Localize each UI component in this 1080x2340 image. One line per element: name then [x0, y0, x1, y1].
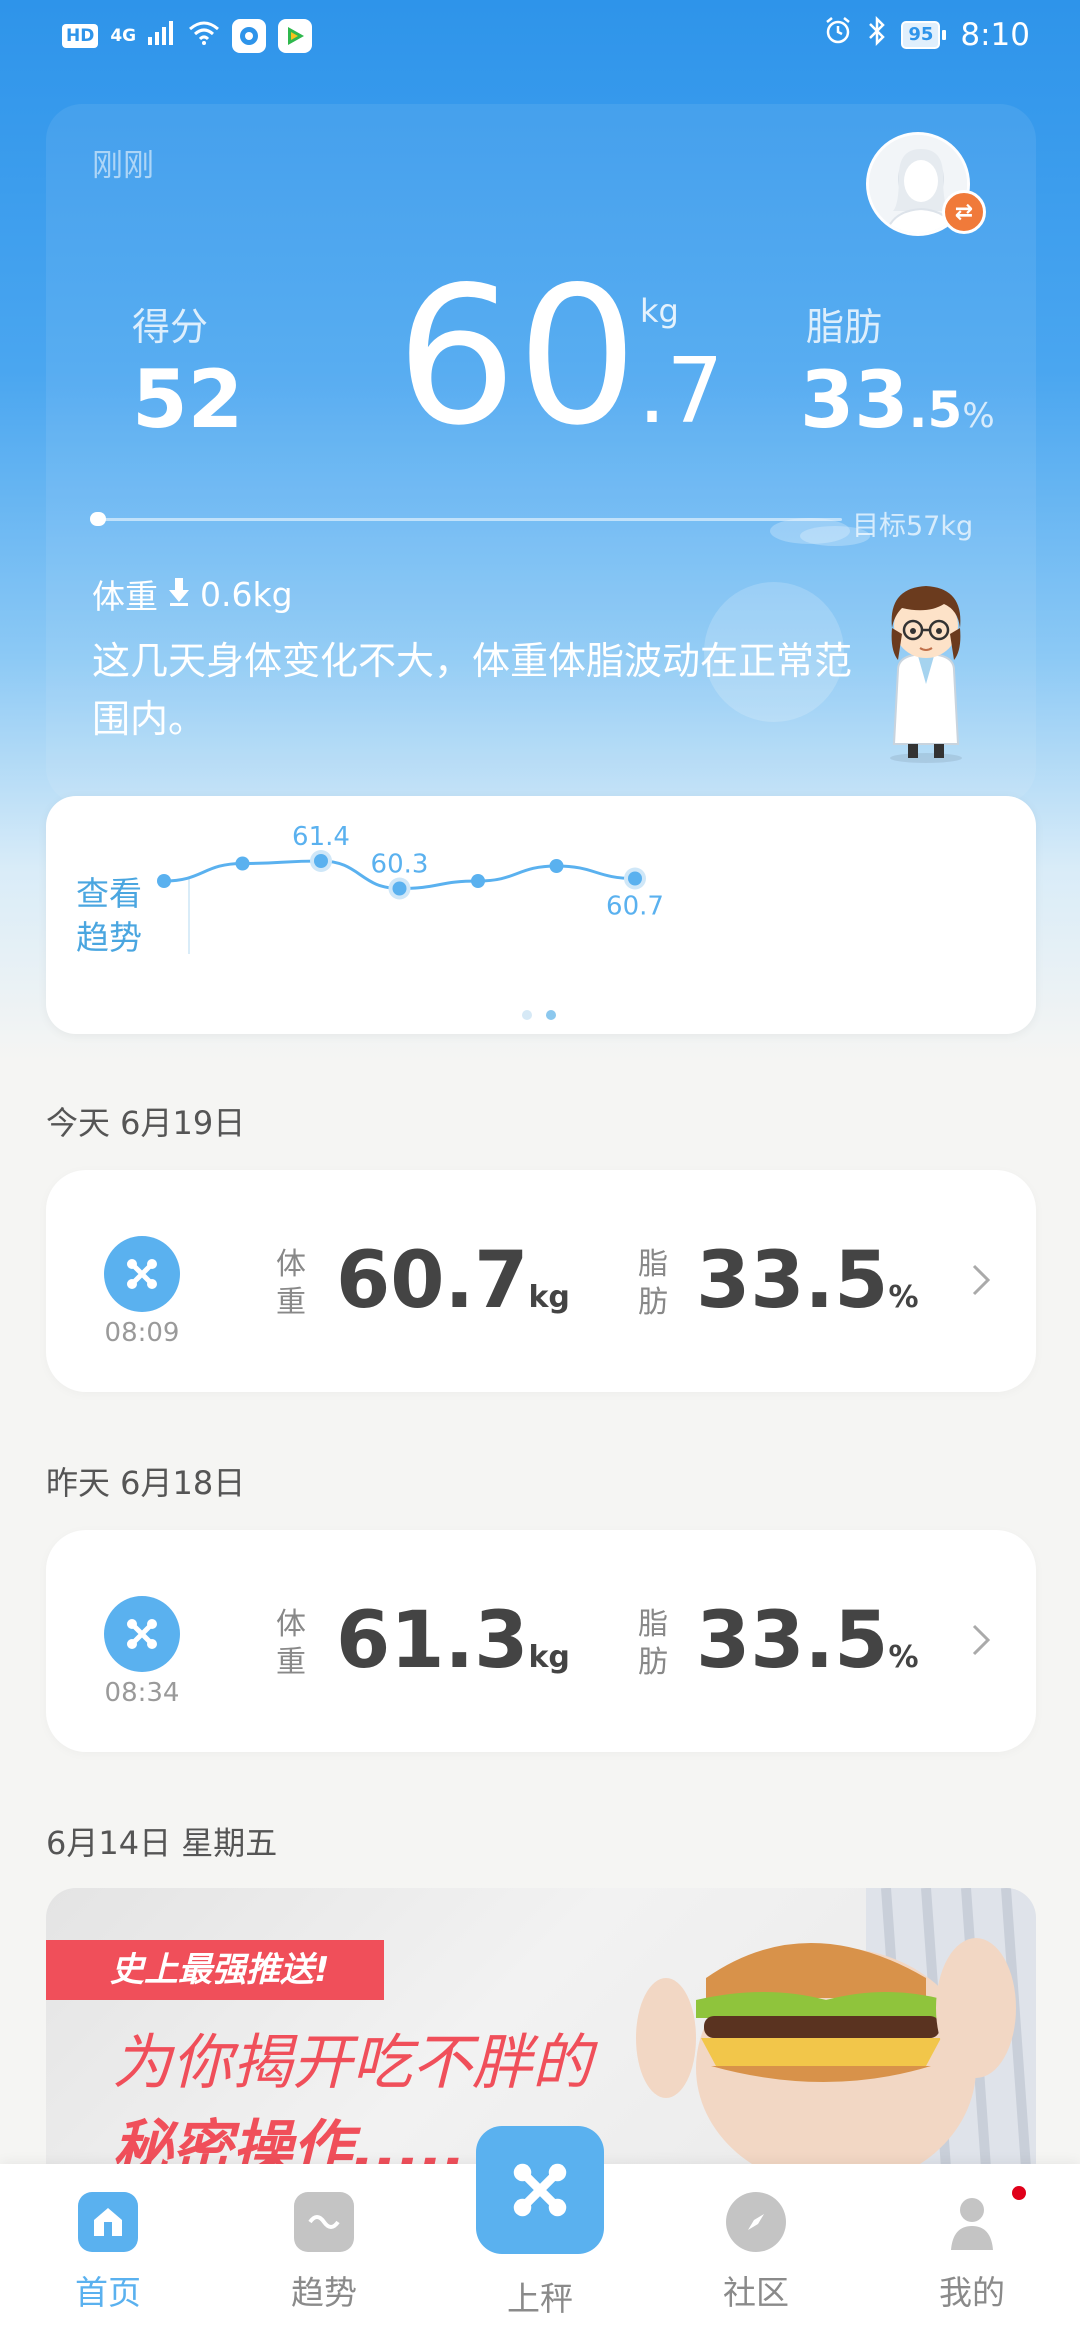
- record-fat-label: 脂肪: [638, 1247, 668, 1320]
- pager-dot: [522, 1010, 532, 1020]
- trend-point: [314, 854, 328, 868]
- weigh-button[interactable]: [476, 2126, 604, 2254]
- trend-card[interactable]: 查看趋势 61.4 60.3 60.7: [46, 796, 1036, 1034]
- weight-change-label: 体重: [92, 577, 158, 616]
- record-card[interactable]: 08:09 体重 60.7kg 脂肪 33.5%: [46, 1170, 1036, 1392]
- promo-date-header: 6月14日 星期五: [46, 1824, 278, 1862]
- battery-indicator: 95: [901, 21, 947, 49]
- status-left: HD 4G: [62, 18, 313, 53]
- doctor-mascot[interactable]: [868, 574, 988, 764]
- fat-integer: 33: [800, 356, 909, 446]
- record-card[interactable]: 08:34 体重 61.3kg 脂肪 33.5%: [46, 1530, 1036, 1752]
- promo-subheadline: 秘密操作.....: [112, 2114, 466, 2168]
- record-weight-value: 61.3: [336, 1596, 529, 1686]
- down-arrow-icon: [168, 575, 190, 614]
- nav-weigh[interactable]: 上秤: [480, 2272, 600, 2320]
- record-time: 08:34: [104, 1678, 180, 1708]
- record-weight-label: 体重: [276, 1247, 306, 1320]
- trend-point: [235, 856, 250, 871]
- trend-sparkline[interactable]: 61.4 60.3 60.7: [46, 796, 1036, 1034]
- switch-user-icon[interactable]: ⇄: [942, 190, 986, 234]
- trend-point: [628, 871, 642, 886]
- status-right: 95 8:10: [823, 15, 1030, 54]
- health-advice: 这几天身体变化不大，体重体脂波动在正常范围内。: [92, 639, 853, 741]
- compass-icon: [726, 2192, 786, 2252]
- trend-point: [549, 859, 564, 873]
- weight-decimal: .7: [637, 339, 724, 444]
- profile-icon: [942, 2192, 1002, 2252]
- hd-badge: HD: [62, 23, 99, 48]
- record-fat-unit: %: [888, 1640, 919, 1675]
- goal-weight: 目标57kg: [852, 511, 974, 542]
- trend-point-label: 61.4: [292, 822, 350, 852]
- record-weight-unit: kg: [528, 1280, 570, 1315]
- nav-me[interactable]: 我的: [912, 2192, 1032, 2314]
- battery-tip: [942, 30, 947, 40]
- app-notification-icon: [232, 18, 267, 53]
- chevron-right-icon: [972, 1264, 991, 1296]
- bluetooth-icon: [867, 15, 887, 54]
- trend-point-label: 60.7: [606, 892, 664, 922]
- fat-unit: %: [962, 396, 995, 436]
- nav-weigh-label: 上秤: [507, 2279, 573, 2318]
- chevron-right-icon: [972, 1624, 991, 1656]
- trend-point: [471, 874, 485, 888]
- wifi-icon: [188, 18, 220, 53]
- fat-decimal: .5: [908, 381, 963, 439]
- record-fat: 33.5%: [696, 1602, 919, 1680]
- video-app-icon: [278, 18, 313, 53]
- record-fat-label: 脂肪: [638, 1607, 668, 1680]
- doctor-mascot-icon: [890, 586, 962, 763]
- pager-dot-active: [546, 1010, 556, 1020]
- nav-community[interactable]: 社区: [696, 2192, 816, 2314]
- goal-progress-marker: [90, 512, 106, 526]
- nav-home[interactable]: 首页: [48, 2192, 168, 2314]
- record-weight-label: 体重: [276, 1607, 306, 1680]
- weight-change-value: 0.6kg: [200, 574, 293, 614]
- signal-icon: [148, 18, 176, 53]
- score-value: 52: [132, 353, 244, 446]
- current-weight: 60.7: [396, 262, 724, 452]
- record-fat: 33.5%: [696, 1242, 919, 1320]
- fat-label: 脂肪: [806, 305, 883, 349]
- record-time: 08:09: [104, 1318, 180, 1348]
- alarm-icon: [823, 16, 853, 54]
- battery-level: 95: [901, 21, 941, 49]
- record-weight-unit: kg: [528, 1640, 570, 1675]
- day-header-today: 今天 6月19日: [46, 1104, 246, 1142]
- nav-community-label: 社区: [723, 2273, 789, 2312]
- score-label: 得分: [132, 305, 209, 349]
- trend-point-label: 60.3: [371, 850, 429, 880]
- record-fat-value: 33.5: [696, 1596, 889, 1686]
- record-weight-value: 60.7: [336, 1236, 529, 1326]
- scale-icon: [104, 1596, 180, 1672]
- fat-value: 33.5%: [800, 362, 995, 440]
- nav-trend[interactable]: 趋势: [264, 2192, 384, 2314]
- nav-me-label: 我的: [939, 2273, 1005, 2312]
- record-weight: 61.3kg: [336, 1602, 570, 1680]
- nav-home-label: 首页: [75, 2273, 141, 2312]
- notification-dot: [1012, 2186, 1026, 2200]
- trend-point: [157, 874, 171, 888]
- status-bar: HD 4G 95 8:10: [0, 0, 1080, 72]
- promo-tag: 史上最强推送!: [46, 1940, 384, 2000]
- nav-trend-label: 趋势: [291, 2273, 357, 2312]
- record-fat-unit: %: [888, 1280, 919, 1315]
- scale-icon: [513, 2163, 567, 2217]
- home-icon: [78, 2192, 138, 2252]
- record-fat-value: 33.5: [696, 1236, 889, 1326]
- day-header-yesterday: 昨天 6月18日: [46, 1464, 246, 1502]
- scale-icon: [104, 1236, 180, 1312]
- weight-change: 体重 0.6kg: [92, 570, 293, 618]
- measurement-timestamp: 刚刚: [92, 148, 154, 184]
- network-label: 4G: [110, 25, 137, 46]
- trend-icon: [294, 2192, 354, 2252]
- clock: 8:10: [960, 17, 1030, 53]
- weight-unit: kg: [640, 292, 679, 330]
- promo-headline: 为你揭开吃不胖的: [112, 2028, 592, 2098]
- trend-point: [392, 881, 407, 896]
- weight-integer: 60: [396, 246, 638, 467]
- record-weight: 60.7kg: [336, 1242, 570, 1320]
- goal-progress-track: [92, 518, 842, 521]
